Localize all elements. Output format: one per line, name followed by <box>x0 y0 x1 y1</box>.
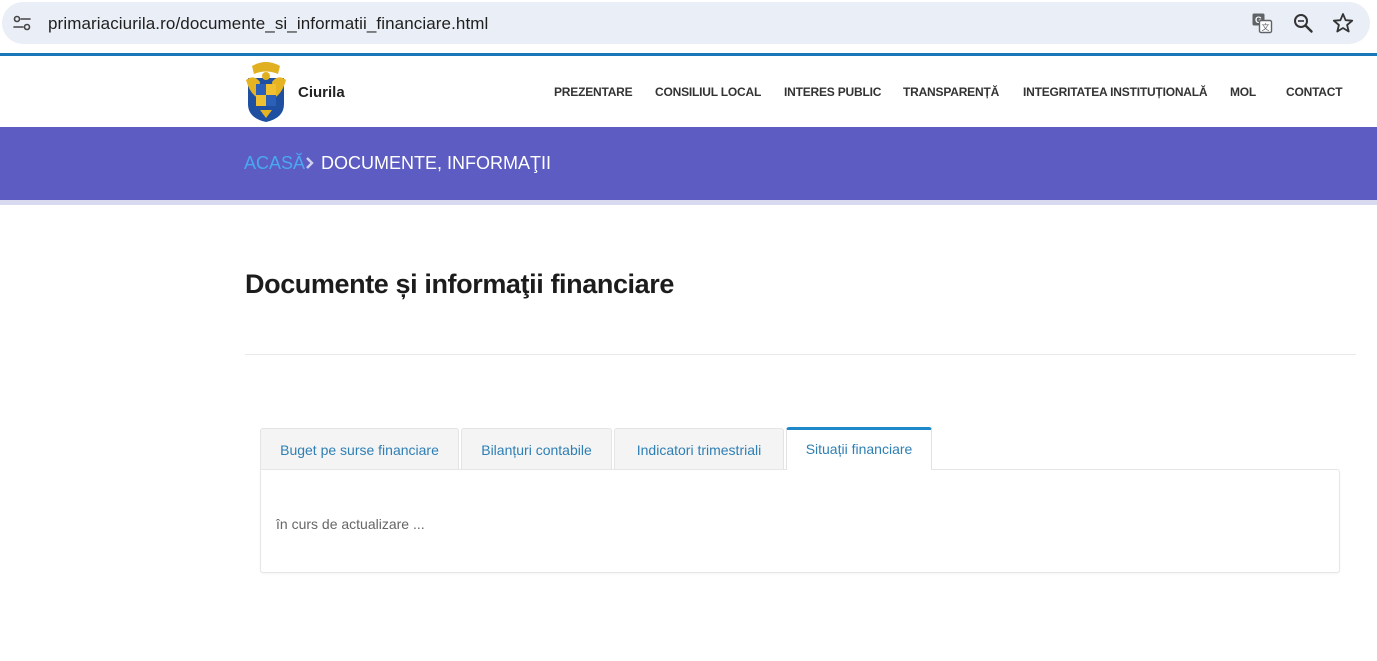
coat-of-arms-logo[interactable] <box>244 60 288 123</box>
bookmark-star-icon[interactable] <box>1332 12 1354 34</box>
nav-interes-public[interactable]: INTERES PUBLIC <box>784 85 881 99</box>
zoom-icon[interactable] <box>1292 12 1314 34</box>
breadcrumb: ACASĂ DOCUMENTE, INFORMAŢII <box>0 127 1377 200</box>
page-title: Documente și informaţii financiare <box>245 269 674 299</box>
tab-indicatori-trimestriali[interactable]: Indicatori trimestriali <box>614 428 784 470</box>
tab-situatii-financiare[interactable]: Situații financiare <box>786 427 932 470</box>
tab-bilanturi-contabile[interactable]: Bilanțuri contabile <box>461 428 612 470</box>
tab-panel: în curs de actualizare ... <box>260 469 1340 573</box>
browser-toolbar: primariaciurila.ro/documente_si_informat… <box>0 0 1377 53</box>
title-divider <box>245 354 1356 355</box>
panel-status-text: în curs de actualizare ... <box>276 516 425 532</box>
address-bar[interactable]: primariaciurila.ro/documente_si_informat… <box>2 2 1370 44</box>
url-text[interactable]: primariaciurila.ro/documente_si_informat… <box>48 14 488 34</box>
translate-icon[interactable]: G 文 <box>1251 12 1273 34</box>
nav-consiliul-local[interactable]: CONSILIUL LOCAL <box>655 85 761 99</box>
nav-mol[interactable]: MOL <box>1230 85 1256 99</box>
nav-transparenta[interactable]: TRANSPARENȚĂ <box>903 85 999 99</box>
chevron-right-icon <box>306 157 314 169</box>
nav-integritatea-institutionala[interactable]: INTEGRITATEA INSTITUȚIONALĂ <box>1023 85 1208 99</box>
breadcrumb-bottom-strip <box>0 200 1377 205</box>
site-name[interactable]: Ciurila <box>298 84 345 101</box>
tab-buget-pe-surse-financiare[interactable]: Buget pe surse financiare <box>260 428 459 470</box>
breadcrumb-current: DOCUMENTE, INFORMAŢII <box>321 153 551 173</box>
breadcrumb-home-link[interactable]: ACASĂ <box>244 153 305 174</box>
site-header: Ciurila PREZENTARE CONSILIUL LOCAL INTER… <box>0 56 1377 127</box>
svg-text:文: 文 <box>1262 22 1270 32</box>
nav-prezentare[interactable]: PREZENTARE <box>554 85 633 99</box>
nav-contact[interactable]: CONTACT <box>1286 85 1343 99</box>
site-info-icon[interactable] <box>11 12 33 34</box>
